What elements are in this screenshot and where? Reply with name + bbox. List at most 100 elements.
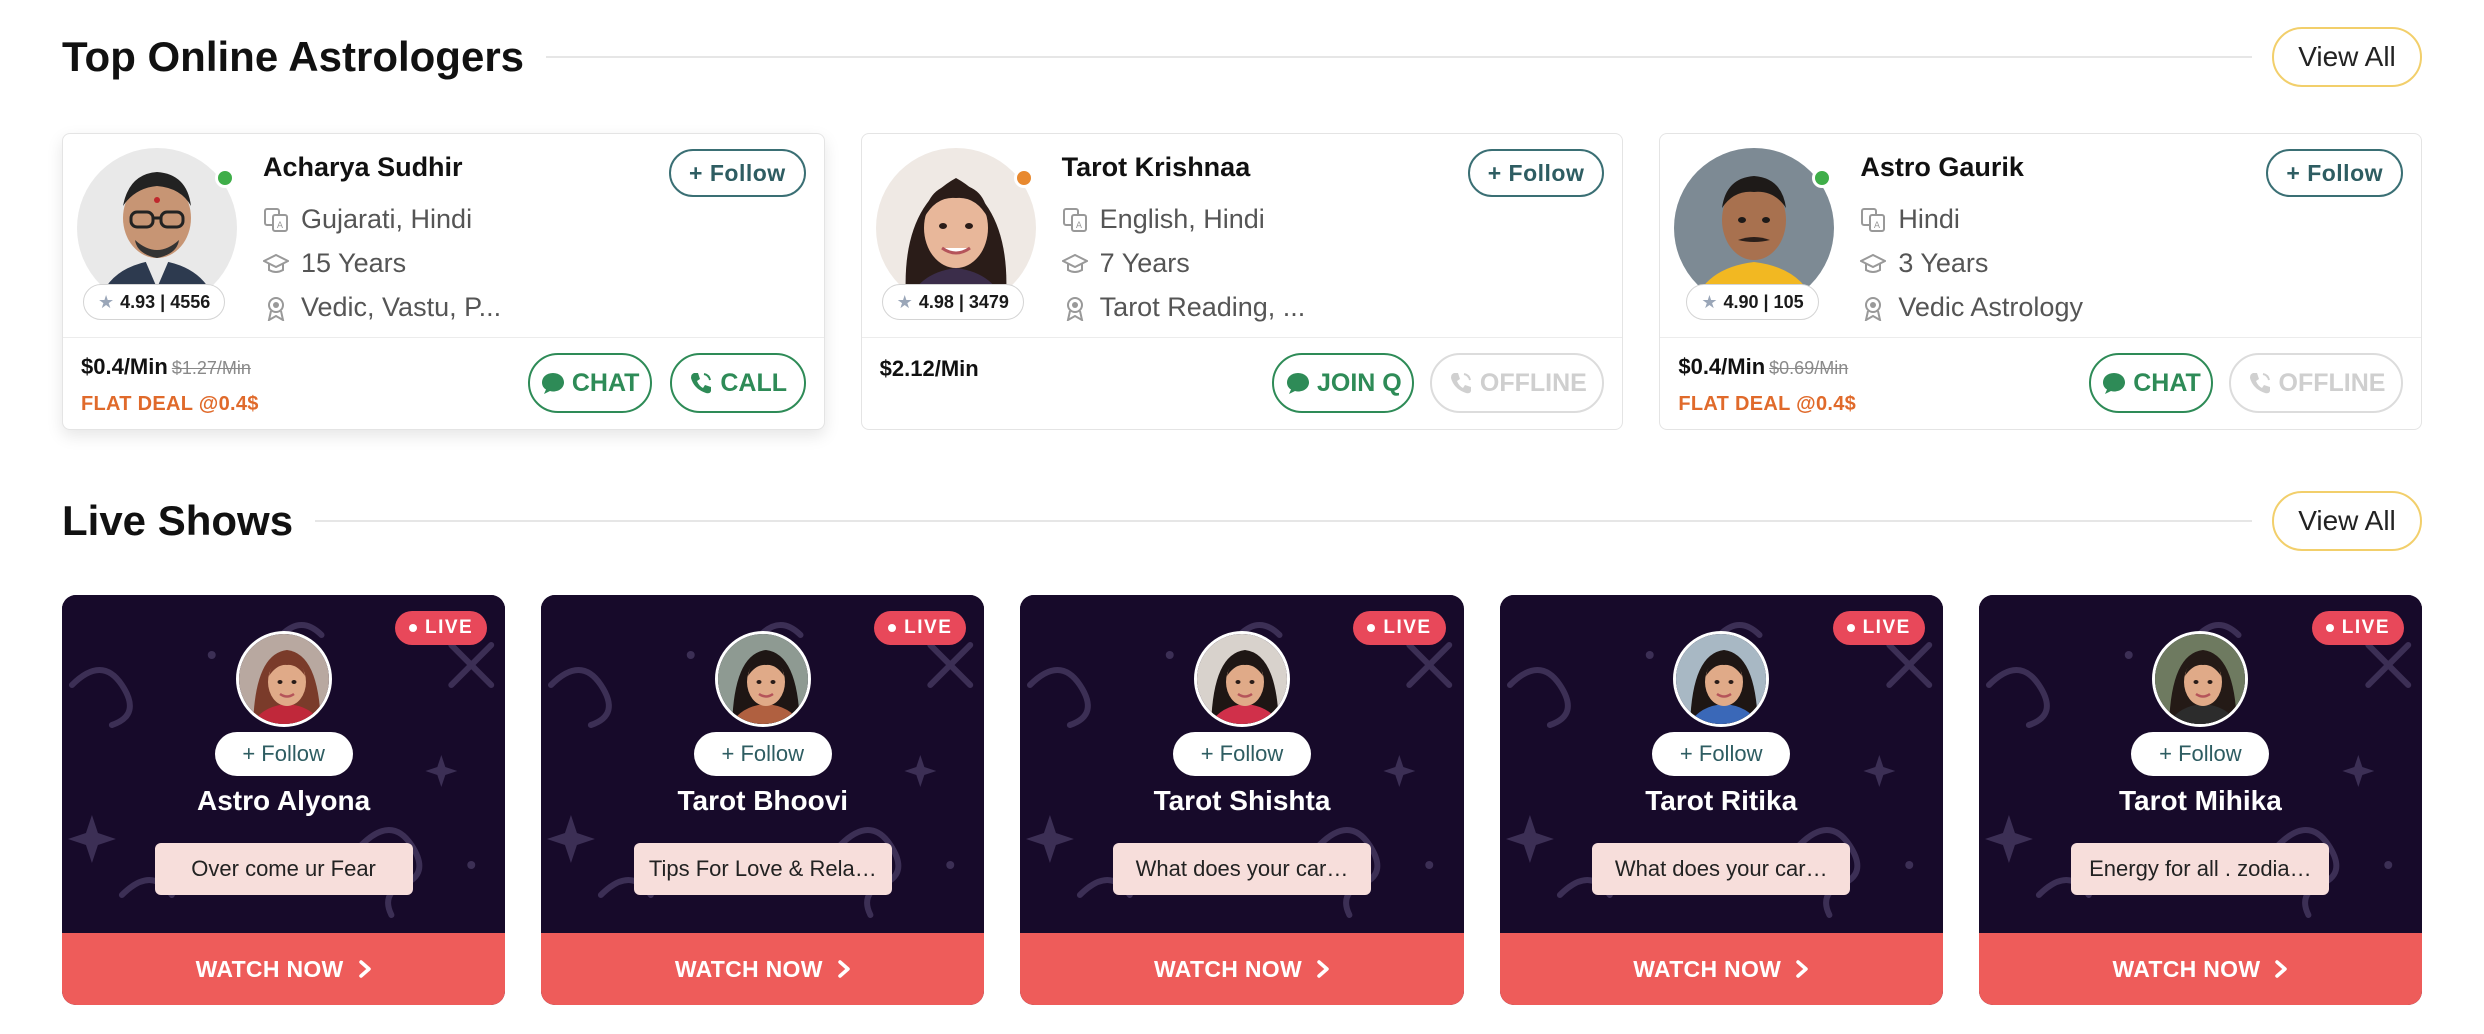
chat-icon xyxy=(2103,373,2126,394)
languages-row: A Gujarati, Hindi xyxy=(263,204,472,235)
avatar[interactable] xyxy=(1673,631,1770,727)
live-show-card[interactable]: LIVE + Follow Tarot Bhoovi Tips For Love… xyxy=(541,595,985,1005)
live-show-card[interactable]: LIVE + Follow Tarot Shishta What does yo… xyxy=(1020,595,1464,1005)
languages-row: A Hindi xyxy=(1860,204,1960,235)
offline-button[interactable]: OFFLINE xyxy=(2229,353,2404,413)
rating-badge: ★ 4.93 | 4556 xyxy=(83,284,226,320)
chat-icon xyxy=(541,373,564,394)
chevron-right-icon xyxy=(1317,960,1329,978)
phone-icon xyxy=(2249,373,2270,394)
live-badge: LIVE xyxy=(874,611,967,645)
graduation-cap-icon xyxy=(1061,253,1088,273)
view-all-astrologers-button[interactable]: View All xyxy=(2272,27,2422,87)
star-icon: ★ xyxy=(1701,291,1718,312)
svg-text:A: A xyxy=(1076,221,1083,231)
chevron-right-icon xyxy=(1796,960,1808,978)
watch-now-button[interactable]: WATCH NOW xyxy=(1020,933,1464,1005)
join-queue-button[interactable]: JOIN Q xyxy=(1272,353,1415,413)
award-icon xyxy=(267,296,285,321)
star-icon: ★ xyxy=(896,291,913,312)
avatar[interactable] xyxy=(714,631,811,727)
follow-button[interactable]: + Follow xyxy=(2131,732,2270,776)
language-icon: A xyxy=(1861,207,1886,232)
live-show-card[interactable]: LIVE + Follow Tarot Mihika Energy for al… xyxy=(1978,595,2423,1005)
chat-icon xyxy=(1286,373,1309,394)
show-topic: Energy for all . zodia… xyxy=(2071,843,2330,895)
follow-button[interactable]: + Follow xyxy=(693,732,832,776)
follow-button[interactable]: + Follow xyxy=(214,732,353,776)
online-status-dot xyxy=(215,168,235,188)
follow-button[interactable]: + Follow xyxy=(1467,149,1605,197)
chat-button[interactable]: CHAT xyxy=(527,353,652,413)
busy-status-dot xyxy=(1013,168,1034,188)
award-icon xyxy=(1865,296,1882,321)
watch-now-button[interactable]: WATCH NOW xyxy=(1499,933,1943,1005)
svg-text:A: A xyxy=(1874,221,1881,231)
astrologer-name[interactable]: Astro Gaurik xyxy=(1860,152,2024,183)
avatar[interactable] xyxy=(2152,631,2249,727)
star-icon: ★ xyxy=(98,291,115,312)
divider xyxy=(546,56,2252,58)
follow-button[interactable]: + Follow xyxy=(669,149,806,197)
watch-now-button[interactable]: WATCH NOW xyxy=(541,933,985,1005)
award-icon xyxy=(1066,296,1083,321)
astrologer-list: ★ 4.93 | 4556 Acharya Sudhir + Follow A … xyxy=(62,133,2423,430)
deal-label: FLAT DEAL @0.4$ xyxy=(1678,393,1857,415)
chat-button[interactable]: CHAT xyxy=(2089,353,2214,413)
rating-badge: ★ 4.90 | 105 xyxy=(1686,284,1819,320)
show-topic: What does your car… xyxy=(1592,843,1851,895)
experience-row: 3 Years xyxy=(1860,248,1988,279)
call-button[interactable]: CALL xyxy=(669,353,806,413)
astrologer-name[interactable]: Tarot Krishnaa xyxy=(1062,152,1251,183)
watch-now-button[interactable]: WATCH NOW xyxy=(62,933,506,1005)
live-badge: LIVE xyxy=(1832,611,1925,645)
follow-button[interactable]: + Follow xyxy=(1173,732,1311,776)
live-badge: LIVE xyxy=(2311,611,2405,645)
skills-row: Tarot Reading, ... xyxy=(1062,292,1305,323)
live-show-card[interactable]: LIVE + Follow Astro Alyona Over come ur … xyxy=(62,595,506,1005)
old-price: $0.69/Min xyxy=(1769,358,1849,378)
show-topic: Over come ur Fear xyxy=(154,843,413,895)
host-name: Tarot Shishta xyxy=(1153,785,1331,816)
astrologer-name[interactable]: Acharya Sudhir xyxy=(263,152,463,183)
graduation-cap-icon xyxy=(263,253,289,273)
section-title: Live Shows xyxy=(62,497,294,544)
avatar[interactable] xyxy=(235,631,332,727)
watch-now-button[interactable]: WATCH NOW xyxy=(1978,933,2423,1005)
offline-button[interactable]: OFFLINE xyxy=(1430,353,1605,413)
section-title: Top Online Astrologers xyxy=(62,33,525,80)
avatar[interactable] xyxy=(1194,631,1290,727)
skills-row: Vedic Astrology xyxy=(1860,292,2083,323)
price: $0.4/Min $0.69/Min xyxy=(1678,354,1849,379)
svg-text:A: A xyxy=(277,221,284,231)
chevron-right-icon xyxy=(2275,960,2288,978)
show-topic: Tips For Love & Rela… xyxy=(633,843,892,895)
live-shows-header: Live Shows View All xyxy=(62,491,2422,551)
host-name: Astro Alyona xyxy=(196,785,371,816)
follow-button[interactable]: + Follow xyxy=(1652,732,1791,776)
top-astrologers-header: Top Online Astrologers View All xyxy=(62,27,2422,87)
chevron-right-icon xyxy=(838,960,850,978)
price: $0.4/Min $1.27/Min xyxy=(81,354,251,379)
phone-icon xyxy=(691,373,712,394)
astrologer-card[interactable]: ★ 4.98 | 3479 Tarot Krishnaa + Follow A … xyxy=(860,133,1624,430)
rating-badge: ★ 4.98 | 3479 xyxy=(881,284,1024,320)
live-show-card[interactable]: LIVE + Follow Tarot Ritika What does you… xyxy=(1499,595,1943,1005)
follow-button[interactable]: + Follow xyxy=(2266,149,2404,197)
phone-icon xyxy=(1450,373,1471,394)
live-badge: LIVE xyxy=(1353,611,1446,645)
experience-row: 15 Years xyxy=(263,248,406,279)
astrologer-card[interactable]: ★ 4.90 | 105 Astro Gaurik + Follow A Hin… xyxy=(1659,133,2423,430)
host-name: Tarot Mihika xyxy=(2118,785,2282,816)
host-name: Tarot Bhoovi xyxy=(677,785,849,816)
online-status-dot xyxy=(1812,168,1833,188)
view-all-live-shows-button[interactable]: View All xyxy=(2272,491,2422,551)
skills-row: Vedic, Vastu, P... xyxy=(263,292,501,323)
deal-label: FLAT DEAL @0.4$ xyxy=(81,393,259,415)
astrologer-card[interactable]: ★ 4.93 | 4556 Acharya Sudhir + Follow A … xyxy=(62,133,825,430)
old-price: $1.27/Min xyxy=(171,358,251,378)
graduation-cap-icon xyxy=(1860,253,1887,273)
experience-row: 7 Years xyxy=(1061,248,1190,279)
show-topic: What does your car… xyxy=(1113,843,1371,895)
chevron-right-icon xyxy=(358,960,371,978)
